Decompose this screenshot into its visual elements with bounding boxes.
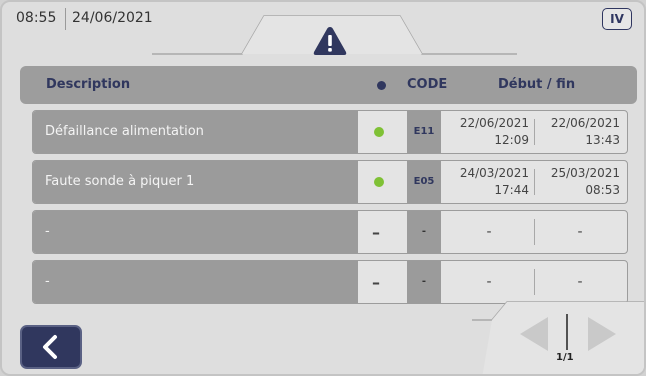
prev-page-icon[interactable] [516,313,552,355]
alarm-history-screen: 08:55 24/06/2021 IV Description CODE Déb… [0,0,646,376]
next-page-icon[interactable] [584,313,620,355]
page-indicator: 1/1 [556,352,574,363]
